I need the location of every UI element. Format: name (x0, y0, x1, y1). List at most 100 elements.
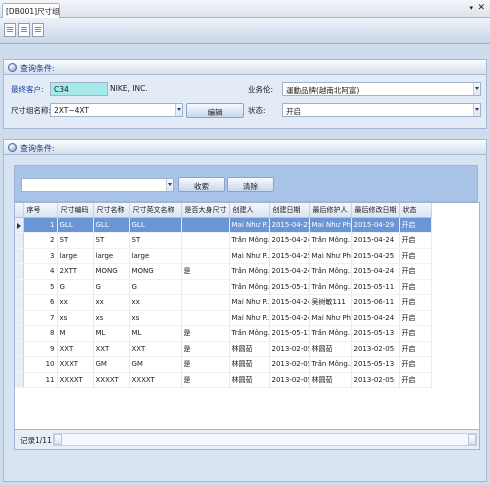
column-header[interactable]: 尺寸编码 (57, 203, 94, 218)
table-row[interactable]: 7xsxsxsMai Như P...2015-04-24Mai Như Ph.… (15, 310, 432, 326)
table-row[interactable]: 2STSTSTTrần Mông...2015-04-24Trần Mông..… (15, 232, 432, 249)
table-cell: xx (57, 294, 94, 311)
scroll-left-icon[interactable] (54, 434, 62, 445)
tab-size-group[interactable]: [DB001]尺寸组 (2, 3, 60, 18)
table-cell: G (129, 279, 182, 295)
table-cell: 2013-02-05 (269, 341, 310, 357)
export-document-icon[interactable] (32, 23, 44, 37)
table-cell: 开启 (399, 356, 432, 373)
table-cell: MONG (129, 263, 182, 280)
table-cell: 7 (23, 310, 58, 326)
edit-button[interactable]: 编辑 (186, 103, 244, 118)
table-cell: 林圆茹 (229, 341, 270, 357)
table-cell: ST (129, 232, 182, 249)
panel-header-query[interactable]: 查询条件: (3, 59, 487, 75)
table-cell: Mai Như Ph... (309, 217, 352, 233)
table-cell: 是 (181, 325, 230, 342)
search-input[interactable] (21, 178, 174, 192)
table-row[interactable]: 9 XXT XXT XXT 是林圆茹 2013-02-05 林圆茹 2013-02-05 开启 (15, 341, 432, 357)
table-row[interactable]: 8MMLML是Trần Mông...2015-05-11Trần Mông..… (15, 325, 432, 342)
table-cell: 2015-04-24 (269, 263, 310, 280)
query-panel: 最终客户: C34 NIKE, INC. 业务伦: 運動品牌(越南北阿富) 尺寸… (3, 75, 487, 129)
customer-code-value: C34 (54, 85, 69, 94)
tab-menu-icon[interactable]: ▾ (469, 4, 473, 12)
table-cell: Trần Mông... (309, 356, 352, 373)
table-cell: Trần Mông... (309, 279, 352, 295)
column-header[interactable]: 是否大身尺寸 (181, 203, 230, 218)
row-indicator-header (15, 203, 24, 218)
table-cell: Trần Mông... (229, 232, 270, 249)
column-header[interactable]: 最后修改日期 (351, 203, 400, 218)
chevron-down-icon[interactable] (175, 104, 182, 116)
table-cell: 2015-04-24 (269, 310, 310, 326)
new-document-icon[interactable] (4, 23, 16, 37)
table-cell: 6 (23, 294, 58, 311)
row-indicator (15, 263, 24, 280)
table-row[interactable]: 10 XXXT GM GM 是林圆茹 2013-02-05 Trần Mông... 2015… (15, 356, 432, 373)
table-cell: 开启 (399, 217, 432, 233)
row-indicator (15, 356, 24, 373)
table-row[interactable]: 5GGGTrần Mông...2015-05-11Trần Mông...20… (15, 279, 432, 295)
table-cell: XXXXT (57, 372, 94, 388)
table-cell: 2013-02-05 (351, 341, 400, 357)
open-document-icon[interactable] (18, 23, 30, 37)
table-cell: 2 (23, 232, 58, 249)
table-cell: Trần Mông... (229, 325, 270, 342)
table-cell: 3 (23, 248, 58, 264)
collapse-icon[interactable] (8, 143, 17, 152)
status-select[interactable]: 开启 (282, 103, 481, 117)
table-cell: 林圆茹 (229, 372, 270, 388)
table-cell: xs (57, 310, 94, 326)
business-select[interactable]: 運動品牌(越南北阿富) (282, 82, 481, 96)
table-row[interactable]: 1 GLL GLL GLL Mai Như P... 2015-04-25 Mai Như … (15, 217, 432, 233)
table-cell: 2015-04-25 (269, 217, 310, 233)
table-cell: GM (129, 356, 182, 373)
customer-code-input[interactable]: C34 (50, 82, 108, 96)
table-row[interactable]: 3 large large large Mai Như P... 2015-04-25 Ma… (15, 248, 432, 264)
table-cell: 是 (181, 263, 230, 280)
table-cell: Trần Mông... (229, 263, 270, 280)
column-header[interactable]: 尺寸英文名称 (129, 203, 182, 218)
table-row[interactable]: 11 XXXXT XXXXT XXXXT 是林圆茹 2013-02-05 林圆茹 2013-0… (15, 372, 432, 388)
table-cell: 1 (23, 217, 58, 233)
size-group-value: 2XT~4XT (54, 106, 90, 115)
size-group-select[interactable]: 2XT~4XT (50, 103, 183, 117)
table-row[interactable]: 6 xx xx xx Mai Như P... 2015-04-24 吴树敏111 2015-… (15, 294, 432, 311)
chevron-down-icon[interactable] (473, 104, 480, 116)
table-cell (181, 232, 230, 249)
table-cell: GLL (93, 217, 130, 233)
table-cell: Trần Mông... (309, 263, 352, 280)
column-header[interactable]: 尺寸名称 (93, 203, 130, 218)
panel-title: 查询条件: (20, 144, 55, 153)
chevron-down-icon[interactable] (166, 179, 173, 191)
row-indicator (15, 232, 24, 249)
table-cell: Mai Như P... (229, 310, 270, 326)
tab-close-icon[interactable]: ✕ (477, 3, 485, 13)
column-header[interactable]: 创建人 (229, 203, 270, 218)
column-header[interactable]: 状态 (399, 203, 432, 218)
table-cell: 开启 (399, 310, 432, 326)
table-cell: MONG (93, 263, 130, 280)
column-header[interactable]: 最后修护人 (309, 203, 352, 218)
column-header[interactable]: 创建日期 (269, 203, 310, 218)
table-cell: 林圆茹 (309, 372, 352, 388)
chevron-down-icon[interactable] (473, 83, 480, 95)
table-cell: ML (129, 325, 182, 342)
search-button[interactable]: 收索 (178, 177, 225, 192)
table-cell (181, 294, 230, 311)
table-cell: 2015-04-24 (269, 294, 310, 311)
table-cell: 2015-05-11 (351, 279, 400, 295)
table-cell: 吴树敏111 (309, 294, 352, 311)
table-cell: M (57, 325, 94, 342)
horizontal-scrollbar[interactable] (53, 433, 477, 446)
table-cell: Mai Như Ph... (309, 248, 352, 264)
table-cell: large (57, 248, 94, 264)
table-row[interactable]: 42XTTMONGMONG是Trần Mông...2015-04-24Trần… (15, 263, 432, 280)
table-cell: Trần Mông... (309, 232, 352, 249)
collapse-icon[interactable] (8, 63, 17, 72)
panel-header-results[interactable]: 查询条件: (3, 139, 487, 155)
search-bar: 收索 清除 (14, 165, 478, 202)
scroll-right-icon[interactable] (468, 434, 476, 445)
clear-button[interactable]: 清除 (227, 177, 274, 192)
column-header[interactable]: 序号 (23, 203, 58, 218)
